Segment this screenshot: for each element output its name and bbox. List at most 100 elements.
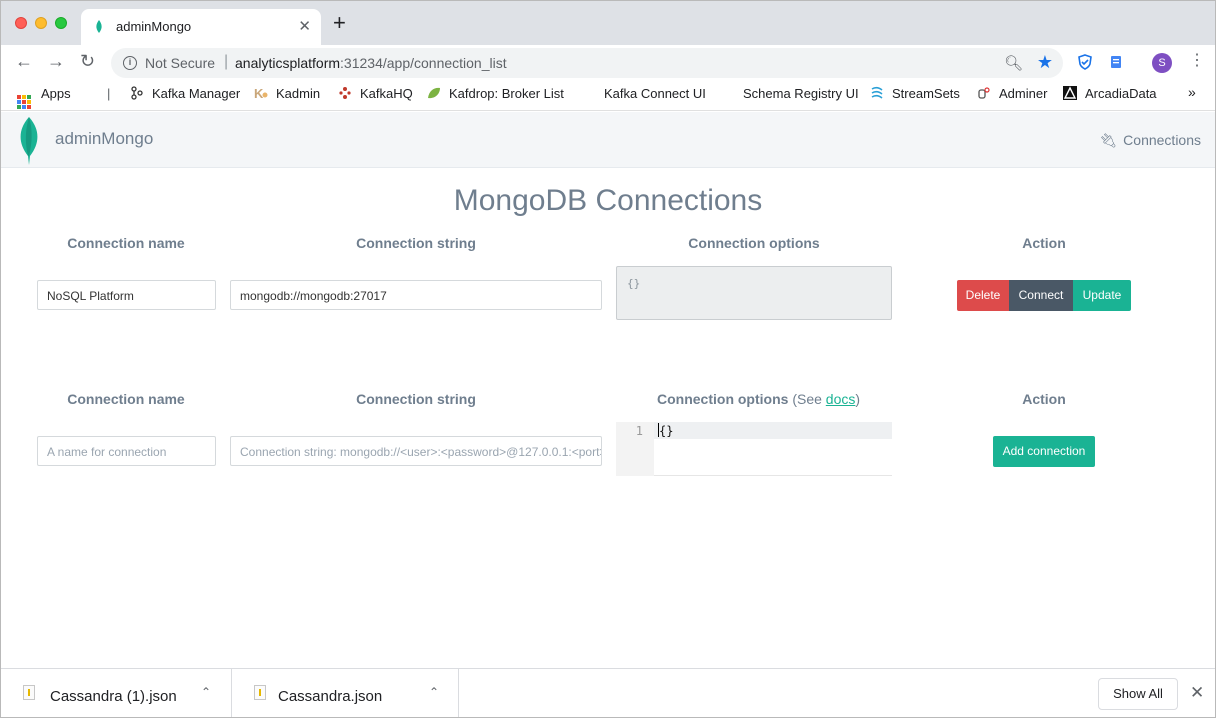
close-downloads-icon[interactable]: ✕ [1190, 683, 1204, 703]
url-host: analyticsplatform [235, 55, 341, 71]
header-connection-options: Connection options [688, 235, 820, 251]
options-see-text: (See [792, 391, 826, 407]
editor-line-number: 1 [635, 424, 643, 438]
tab-strip: adminMongo ✕ + [1, 1, 1215, 45]
arcadiadata-icon [1063, 86, 1077, 100]
connection-options-editor[interactable]: 1 {} [616, 422, 892, 476]
update-button[interactable]: Update [1073, 280, 1131, 311]
close-tab-icon[interactable]: ✕ [298, 17, 311, 35]
adminer-icon [978, 87, 990, 99]
minimize-window-button[interactable] [35, 17, 47, 29]
options-close-paren: ) [855, 391, 861, 407]
tab-title: adminMongo [116, 19, 192, 34]
bookmark-label: Kafdrop: Broker List [449, 86, 564, 101]
bookmark-kafka-manager[interactable]: Kafka Manager [130, 86, 240, 101]
new-connection-string-input[interactable]: Connection string: mongodb://<user>:<pas… [230, 436, 602, 466]
page-content: adminMongo 🔌︎ Connections MongoDB Connect… [1, 112, 1215, 668]
header-new-connection-options: Connection options (See docs) [616, 391, 892, 407]
url-separator: | [224, 53, 229, 70]
connection-string-field[interactable]: mongodb://mongodb:27017 [230, 280, 602, 310]
nav-connections-label: Connections [1123, 132, 1201, 148]
info-icon[interactable]: i [123, 56, 137, 70]
bookmark-adminer[interactable]: Adminer [977, 86, 1047, 101]
bookmark-kafdrop[interactable]: Kafdrop: Broker List [427, 86, 564, 101]
kafka-manager-icon [131, 86, 143, 100]
zoom-icon[interactable]: 🔍︎ [1004, 54, 1023, 72]
bookmark-apps[interactable]: Apps [17, 86, 71, 109]
nav-connections-link[interactable]: 🔌︎ Connections [1099, 132, 1201, 149]
url-text[interactable]: analyticsplatform:31234/app/connection_l… [235, 55, 507, 71]
bookmark-label: StreamSets [892, 86, 960, 101]
profile-avatar[interactable]: S [1152, 53, 1172, 73]
editor-code-text: {} [659, 424, 674, 438]
bookmark-kafkahq[interactable]: KafkaHQ [338, 86, 413, 101]
header-new-action: Action [1022, 391, 1066, 407]
new-connection-name-input[interactable]: A name for connection [37, 436, 216, 466]
app-navbar: adminMongo 🔌︎ Connections [1, 112, 1215, 168]
shield-extension-icon[interactable] [1077, 54, 1093, 70]
header-new-connection-name: Connection name [67, 391, 185, 407]
connection-name-field[interactable]: NoSQL Platform [37, 280, 216, 310]
header-action: Action [1022, 235, 1066, 251]
options-header-label: Connection options [657, 391, 789, 407]
document-extension-icon[interactable] [1108, 54, 1124, 70]
app-brand[interactable]: adminMongo [55, 129, 153, 149]
docs-link[interactable]: docs [826, 391, 856, 407]
security-label[interactable]: Not Secure [145, 55, 215, 71]
mongodb-leaf-icon[interactable] [17, 116, 41, 166]
downloads-bar: Cassandra (1).json ⌃ Cassandra.json ⌃ Sh… [1, 668, 1215, 717]
new-tab-button[interactable]: + [333, 12, 346, 34]
connect-button[interactable]: Connect [1009, 280, 1073, 311]
forward-arrow-icon[interactable]: → [47, 51, 65, 71]
bookmark-folder-separator: | [107, 86, 111, 101]
browser-menu-icon[interactable]: ⋮ [1189, 51, 1205, 71]
streamsets-icon [871, 86, 883, 99]
add-connection-button[interactable]: Add connection [993, 436, 1095, 467]
maximize-window-button[interactable] [55, 17, 67, 29]
plug-icon: 🔌︎ [1099, 132, 1118, 148]
tab-adminmongo[interactable]: adminMongo ✕ [81, 9, 321, 45]
header-connection-name: Connection name [67, 235, 185, 251]
chevron-up-icon[interactable]: ⌃ [201, 685, 211, 699]
browser-window: adminMongo ✕ + ← → ↻ i Not Secure | anal… [0, 0, 1216, 718]
bookmark-streamsets[interactable]: StreamSets [870, 86, 960, 101]
bookmark-label: Adminer [999, 86, 1048, 101]
delete-button[interactable]: Delete [957, 280, 1009, 311]
svg-text:K: K [254, 86, 264, 100]
download-item[interactable]: Cassandra (1).json ⌃ [1, 669, 232, 717]
header-new-connection-string: Connection string [356, 391, 476, 407]
kafdrop-icon [428, 87, 440, 99]
back-arrow-icon[interactable]: ← [15, 51, 33, 71]
browser-toolbar: ← → ↻ i Not Secure | analyticsplatform:3… [1, 45, 1215, 79]
bookmark-label: ArcadiaData [1085, 86, 1157, 101]
bookmark-star-icon[interactable]: ★ [1037, 52, 1053, 73]
bookmark-label: Kafka Connect UI [604, 86, 706, 101]
editor-code[interactable]: {} [658, 423, 673, 438]
download-item[interactable]: Cassandra.json ⌃ [232, 669, 459, 717]
chevron-up-icon[interactable]: ⌃ [429, 685, 439, 699]
download-filename: Cassandra (1).json [50, 688, 177, 705]
header-connection-string: Connection string [356, 235, 476, 251]
bookmark-kadmin[interactable]: K Kadmin [254, 86, 320, 101]
show-all-button[interactable]: Show All [1098, 678, 1178, 710]
address-bar[interactable]: i Not Secure | analyticsplatform:31234/a… [111, 48, 1063, 78]
reload-icon[interactable]: ↻ [80, 51, 95, 71]
bookmark-kafka-connect-ui[interactable]: Kafka Connect UI [604, 86, 706, 101]
kafkahq-icon [339, 87, 351, 99]
bookmark-arcadiadata[interactable]: ArcadiaData [1063, 86, 1157, 101]
bookmark-schema-registry-ui[interactable]: Schema Registry UI [743, 86, 859, 101]
page-title: MongoDB Connections [453, 184, 763, 217]
file-icon [23, 685, 35, 700]
file-icon [254, 685, 266, 700]
apps-grid-icon [17, 95, 31, 109]
bookmarks-overflow-button[interactable]: » [1188, 84, 1196, 100]
download-filename: Cassandra.json [278, 688, 383, 705]
bookmarks-bar: Apps | Kafka Manager K Kadmin KafkaHQ Kaf… [1, 79, 1215, 111]
bookmark-label: Kafka Manager [152, 86, 241, 101]
url-path: :31234/app/connection_list [340, 55, 507, 71]
close-window-button[interactable] [15, 17, 27, 29]
connection-options-field[interactable]: {} [616, 266, 892, 320]
kadmin-icon: K [254, 86, 268, 100]
mongodb-leaf-icon [96, 20, 102, 33]
bookmark-label: Apps [41, 86, 71, 101]
